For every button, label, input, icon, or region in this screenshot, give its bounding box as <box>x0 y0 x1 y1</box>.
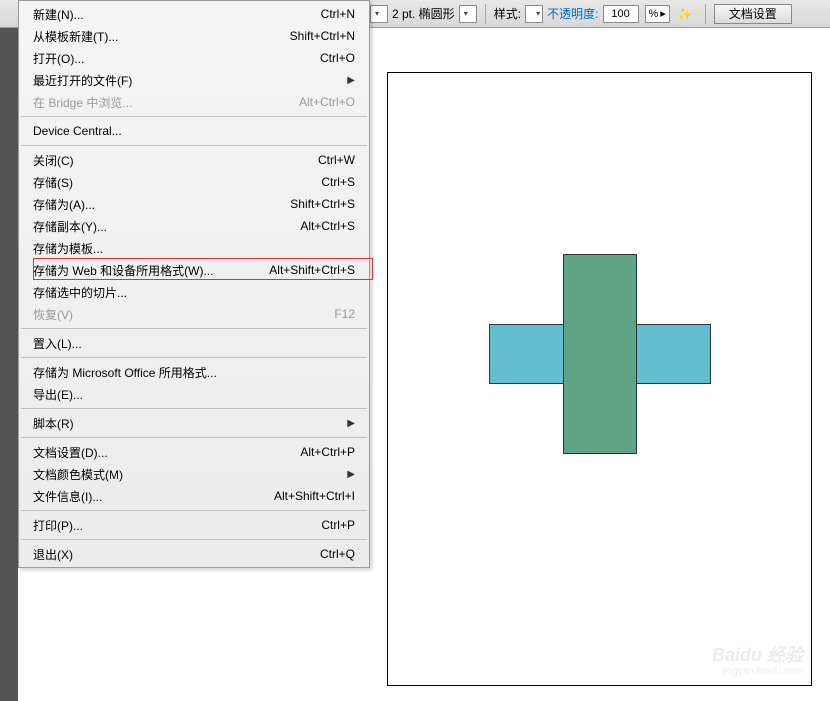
menu-item-label: 导出(E)... <box>33 386 83 403</box>
menu-separator <box>21 328 367 329</box>
menu-item-label: 置入(L)... <box>33 335 82 352</box>
menu-separator <box>21 145 367 146</box>
menu-item[interactable]: 存储为模板... <box>19 237 369 259</box>
file-menu: 新建(N)... Ctrl+N 从模板新建(T)... Shift+Ctrl+N 打开(… <box>18 0 370 568</box>
left-panel-edge <box>0 28 18 701</box>
menu-item[interactable]: 打开(O)... Ctrl+O <box>19 47 369 69</box>
submenu-arrow-icon: ▶ <box>347 469 355 480</box>
menu-item[interactable]: 打印(P)... Ctrl+P <box>19 514 369 536</box>
menu-shortcut: F12 <box>334 307 355 321</box>
menu-item[interactable]: 存储选中的切片... <box>19 281 369 303</box>
menu-item[interactable]: 最近打开的文件(F) ▶ <box>19 69 369 91</box>
toolbar-separator <box>485 4 486 24</box>
menu-separator <box>21 539 367 540</box>
submenu-arrow-icon: ▶ <box>347 75 355 86</box>
menu-item[interactable]: 文档颜色模式(M) ▶ <box>19 463 369 485</box>
menu-item[interactable]: 存储(S) Ctrl+S <box>19 171 369 193</box>
menu-item: 在 Bridge 中浏览... Alt+Ctrl+O <box>19 91 369 113</box>
menu-item[interactable]: 导出(E)... <box>19 383 369 405</box>
menu-item-label: 存储选中的切片... <box>33 284 127 301</box>
menu-item-label: 打开(O)... <box>33 50 84 67</box>
menu-item-label: 退出(X) <box>33 546 73 563</box>
stroke-shape-dropdown[interactable]: ▾ <box>459 5 477 23</box>
opacity-label: 不透明度: <box>547 5 598 22</box>
style-label: 样式: <box>494 5 521 22</box>
menu-item[interactable]: 存储为 Web 和设备所用格式(W)... Alt+Shift+Ctrl+S <box>19 259 369 281</box>
menu-item-label: Device Central... <box>33 124 122 138</box>
menu-item-label: 在 Bridge 中浏览... <box>33 94 132 111</box>
menu-item[interactable]: 置入(L)... <box>19 332 369 354</box>
menu-separator <box>21 510 367 511</box>
menu-item-label: 文件信息(I)... <box>33 488 102 505</box>
menu-item[interactable]: 退出(X) Ctrl+Q <box>19 543 369 565</box>
menu-separator <box>21 437 367 438</box>
menu-item-label: 关闭(C) <box>33 152 74 169</box>
opacity-unit-dropdown[interactable]: %▸ <box>645 5 670 23</box>
menu-shortcut: Ctrl+S <box>321 175 355 189</box>
menu-shortcut: Alt+Ctrl+P <box>300 445 355 459</box>
style-dropdown[interactable]: ▾ <box>525 5 543 23</box>
menu-separator <box>21 357 367 358</box>
menu-shortcut: Ctrl+O <box>320 51 355 65</box>
watermark: Baidu 经验 jingyan.baidu.com <box>712 646 803 677</box>
menu-item[interactable]: 存储为(A)... Shift+Ctrl+S <box>19 193 369 215</box>
wand-icon[interactable]: ✨ <box>678 7 693 21</box>
document-settings-button[interactable]: 文档设置 <box>714 4 792 24</box>
menu-item[interactable]: 关闭(C) Ctrl+W <box>19 149 369 171</box>
menu-item[interactable]: 从模板新建(T)... Shift+Ctrl+N <box>19 25 369 47</box>
menu-item[interactable]: Device Central... <box>19 120 369 142</box>
menu-shortcut: Shift+Ctrl+N <box>290 29 355 43</box>
stroke-value: 2 pt. 椭圆形 <box>392 5 455 22</box>
menu-shortcut: Ctrl+W <box>318 153 355 167</box>
artboard: Baidu 经验 jingyan.baidu.com <box>387 72 812 686</box>
menu-item-label: 存储为 Web 和设备所用格式(W)... <box>33 262 213 279</box>
menu-item-label: 最近打开的文件(F) <box>33 72 132 89</box>
menu-item-label: 存储为模板... <box>33 240 103 257</box>
menu-shortcut: Ctrl+P <box>321 518 355 532</box>
menu-shortcut: Ctrl+N <box>321 7 355 21</box>
toolbar-separator <box>705 4 706 24</box>
stroke-dropdown[interactable]: ▾ <box>370 5 388 23</box>
canvas-area[interactable]: Baidu 经验 jingyan.baidu.com <box>370 28 829 700</box>
menu-item-label: 打印(P)... <box>33 517 83 534</box>
menu-shortcut: Alt+Shift+Ctrl+S <box>269 263 355 277</box>
menu-item[interactable]: 存储为 Microsoft Office 所用格式... <box>19 361 369 383</box>
menu-item-label: 文档设置(D)... <box>33 444 108 461</box>
menu-item[interactable]: 存储副本(Y)... Alt+Ctrl+S <box>19 215 369 237</box>
menu-shortcut: Shift+Ctrl+S <box>290 197 355 211</box>
menu-item-label: 从模板新建(T)... <box>33 28 118 45</box>
menu-item-label: 新建(N)... <box>33 6 84 23</box>
menu-item[interactable]: 文档设置(D)... Alt+Ctrl+P <box>19 441 369 463</box>
menu-item: 恢复(V) F12 <box>19 303 369 325</box>
menu-item-label: 恢复(V) <box>33 306 73 323</box>
menu-item-label: 存储为 Microsoft Office 所用格式... <box>33 364 217 381</box>
menu-item[interactable]: 新建(N)... Ctrl+N <box>19 3 369 25</box>
opacity-input[interactable]: 100 <box>603 5 639 23</box>
menu-item-label: 脚本(R) <box>33 415 74 432</box>
menu-shortcut: Ctrl+Q <box>320 547 355 561</box>
menu-item-label: 存储为(A)... <box>33 196 95 213</box>
menu-separator <box>21 116 367 117</box>
menu-shortcut: Alt+Ctrl+S <box>300 219 355 233</box>
menu-shortcut: Alt+Ctrl+O <box>299 95 355 109</box>
menu-separator <box>21 408 367 409</box>
menu-item[interactable]: 脚本(R) ▶ <box>19 412 369 434</box>
menu-item-label: 文档颜色模式(M) <box>33 466 123 483</box>
menu-item-label: 存储(S) <box>33 174 73 191</box>
menu-item-label: 存储副本(Y)... <box>33 218 107 235</box>
menu-item[interactable]: 文件信息(I)... Alt+Shift+Ctrl+I <box>19 485 369 507</box>
vertical-rect-shape[interactable] <box>563 254 637 454</box>
submenu-arrow-icon: ▶ <box>347 418 355 429</box>
menu-shortcut: Alt+Shift+Ctrl+I <box>274 489 355 503</box>
